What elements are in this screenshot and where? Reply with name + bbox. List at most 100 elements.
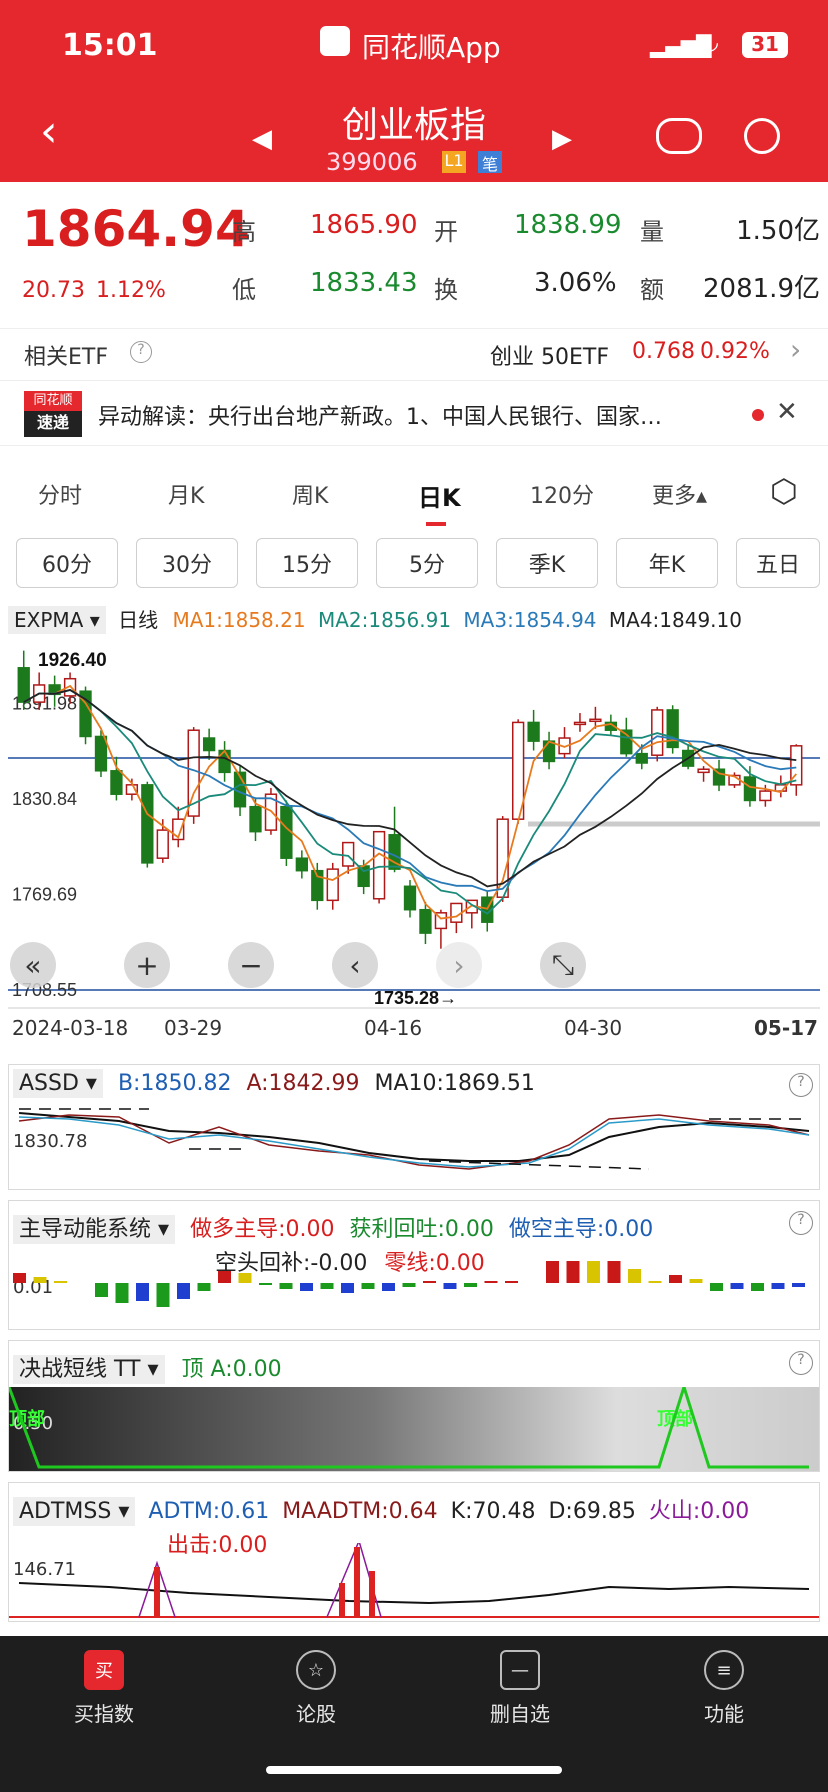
zhudao-bar: [320, 1283, 334, 1289]
zhudao-bar: [177, 1283, 190, 1299]
indicator-select[interactable]: EXPMA ▾: [8, 606, 106, 634]
zhudao-bar: [751, 1283, 764, 1291]
nav-functions[interactable]: ≡ 功能: [664, 1650, 784, 1727]
indicator-name: EXPMA: [14, 608, 84, 632]
zhudao-bar: [505, 1281, 518, 1283]
app-name: 同花顺App: [362, 31, 501, 64]
ma2-label: MA2:1856.91: [317, 608, 452, 632]
menu-icon: ≡: [704, 1650, 744, 1690]
volume-label: 量: [640, 218, 664, 246]
amount-value: 2081.9亿: [703, 274, 820, 304]
back-icon[interactable]: ‹: [40, 110, 58, 154]
candle-body: [589, 718, 602, 723]
zhudao-bar: [464, 1283, 477, 1287]
zhudao-bar: [423, 1281, 436, 1283]
tab-week-k[interactable]: 周K: [292, 478, 328, 510]
tab-120min[interactable]: 120分: [530, 478, 594, 510]
amount-label: 额: [640, 276, 664, 304]
etf-row[interactable]: 相关ETF ? 创业 50ETF 0.768 0.92% ›: [0, 328, 828, 378]
zhudao-panel: 主导动能系统 ▾ 做多主导:0.00 获利回吐:0.00 做空主导:0.00 空…: [8, 1200, 820, 1330]
assd-name: ASSD: [19, 1071, 79, 1096]
scroll-left-icon[interactable]: ‹: [332, 942, 378, 988]
collapse-left-icon[interactable]: «: [10, 942, 56, 988]
etf-name: 创业 50ETF: [490, 345, 609, 370]
help-icon[interactable]: ?: [130, 341, 152, 363]
adtm-volcano: 火山:0.00: [648, 1499, 750, 1524]
assd-b: B:1850.82: [117, 1071, 232, 1096]
zoom-out-icon[interactable]: −: [228, 942, 274, 988]
scroll-right-icon[interactable]: ›: [436, 942, 482, 988]
tab-fenshi[interactable]: 分时: [38, 478, 82, 510]
assd-select[interactable]: ASSD ▾: [13, 1069, 103, 1098]
x-tick-label: 2024-03-18: [12, 1016, 129, 1040]
juezhan-panel: 决战短线 TT ▾ 顶 A:0.00 ? 0.50 顶部 顶部: [8, 1340, 820, 1472]
fullscreen-icon[interactable]: ⤡: [540, 942, 586, 988]
zhudao-bar: [730, 1283, 744, 1289]
zhudao-name: 主导动能系统: [19, 1217, 152, 1242]
zhudao-bar: [402, 1283, 416, 1287]
chevron-right-icon: ›: [790, 333, 802, 366]
nav-forum[interactable]: ☆ 论股: [256, 1650, 376, 1727]
volume-value: 1.50亿: [736, 216, 820, 246]
prev-stock-icon[interactable]: ◀: [252, 124, 272, 154]
tab-more[interactable]: 更多▴: [652, 478, 707, 510]
nav-remove-watch[interactable]: — 删自选: [460, 1650, 580, 1727]
news-row[interactable]: 同花顺 速递 异动解读：央行出台地产新政。1、中国人民银行、国家… ✕: [0, 380, 828, 446]
period-60min-button[interactable]: 60分: [16, 538, 118, 588]
candle-body: [326, 868, 339, 902]
adtm-select[interactable]: ADTMSS ▾: [13, 1497, 136, 1526]
next-stock-icon[interactable]: ▶: [552, 124, 572, 154]
unread-dot: [752, 409, 764, 421]
tab-day-k[interactable]: 日K: [418, 478, 461, 513]
low-value: 1833.43: [310, 268, 418, 298]
news-logo: 同花顺 速递: [24, 391, 82, 437]
ma4-line: [23, 689, 797, 888]
search-icon[interactable]: [744, 118, 780, 154]
y-tick-label: 1830.84: [12, 789, 77, 809]
min-price-label: 1735.28→: [374, 988, 457, 1008]
zhudao-bar: [628, 1269, 641, 1283]
juezhan-select[interactable]: 决战短线 TT ▾: [13, 1355, 165, 1384]
panel-help-icon[interactable]: ?: [789, 1211, 813, 1235]
zhudao-bar: [238, 1273, 252, 1283]
period-label: 日线: [118, 608, 159, 632]
candle-body: [403, 885, 417, 911]
zhudao-profit: 获利回吐:0.00: [349, 1217, 494, 1242]
nav-buy-index[interactable]: 买 买指数: [44, 1650, 164, 1727]
candle-body: [156, 829, 169, 859]
period-5min-button[interactable]: 5分: [376, 538, 478, 588]
nav-functions-label: 功能: [704, 1702, 744, 1726]
period-5day-button[interactable]: 五日: [736, 538, 820, 588]
zhudao-bar: [607, 1261, 621, 1283]
app-header: 15:01 同花顺App ▂▄▆█ ◡ 31 ‹ ◀ 创业板指 ▶ 399006…: [0, 0, 828, 182]
etf-price: 0.768: [632, 339, 695, 364]
period-year-k-button[interactable]: 年K: [616, 538, 718, 588]
settings-icon[interactable]: ⬡: [770, 472, 798, 510]
change-value: 20.73: [22, 278, 85, 303]
panel-help-icon[interactable]: ?: [789, 1351, 813, 1375]
candle-body: [295, 857, 309, 872]
period-season-k-button[interactable]: 季K: [496, 538, 598, 588]
change-pct: 1.12%: [96, 278, 166, 303]
juezhan-line: [9, 1387, 809, 1469]
zhudao-bar: [484, 1281, 498, 1283]
panel-help-icon[interactable]: ?: [789, 1073, 813, 1097]
zoom-in-icon[interactable]: +: [124, 942, 170, 988]
assd-legend: ASSD ▾ B:1850.82 A:1842.99 MA10:1869.51: [13, 1069, 535, 1098]
last-price: 1864.94: [22, 200, 250, 258]
ma3-line: [23, 689, 797, 893]
turnover-label: 换: [434, 276, 458, 304]
max-price-label: 1926.40: [38, 650, 107, 671]
tab-month-k[interactable]: 月K: [168, 478, 204, 510]
adtm-k: K:70.48: [450, 1499, 536, 1524]
zhudao-select[interactable]: 主导动能系统 ▾: [13, 1215, 176, 1244]
period-30min-button[interactable]: 30分: [136, 538, 238, 588]
period-15min-button[interactable]: 15分: [256, 538, 358, 588]
wifi-icon: ◡: [700, 30, 720, 55]
robot-icon[interactable]: [656, 118, 702, 154]
zhudao-bar: [587, 1261, 600, 1283]
news-text[interactable]: 异动解读：央行出台地产新政。1、中国人民银行、国家…: [98, 399, 726, 431]
candle-body: [759, 790, 772, 802]
close-icon[interactable]: ✕: [776, 397, 798, 427]
zhudao-bar: [648, 1281, 662, 1283]
